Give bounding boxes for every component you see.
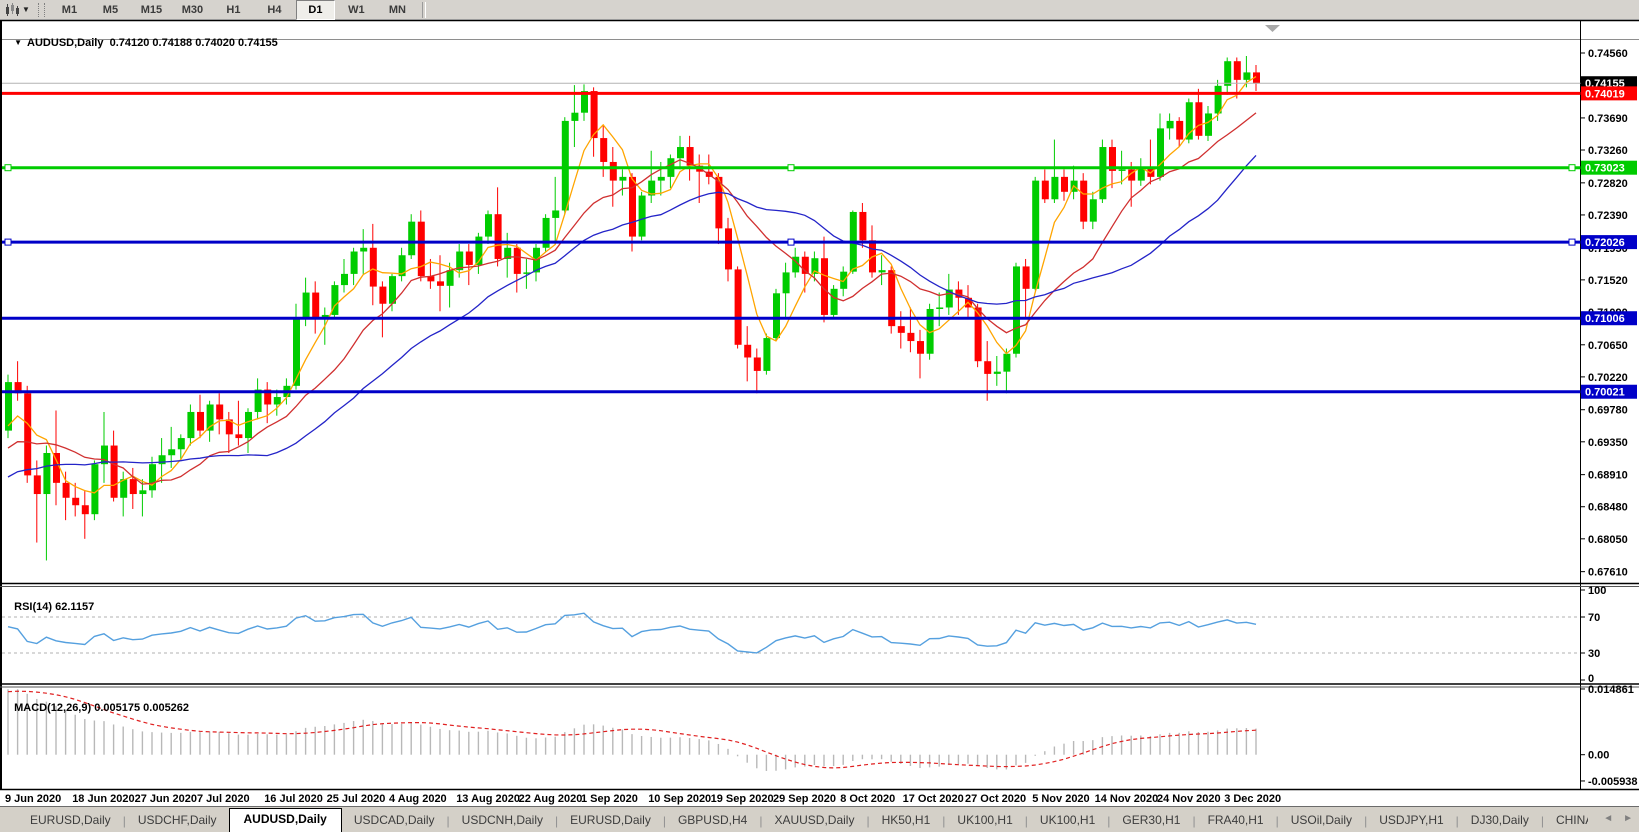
- svg-text:0.70220: 0.70220: [1588, 372, 1628, 384]
- svg-text:0.74560: 0.74560: [1588, 48, 1628, 60]
- chart-tab-usdjpy-h1[interactable]: USDJPY,H1: [1367, 810, 1455, 831]
- svg-text:30: 30: [1588, 648, 1600, 660]
- toolbar-grip[interactable]: [37, 2, 45, 17]
- svg-text:0.69350: 0.69350: [1588, 437, 1628, 449]
- macd-name: MACD(12,26,9): [14, 702, 92, 714]
- svg-text:0.68050: 0.68050: [1588, 534, 1628, 546]
- timeframe-button-h1[interactable]: H1: [214, 0, 253, 20]
- svg-text:0.74019: 0.74019: [1585, 88, 1625, 100]
- rsi-value: 62.1157: [55, 601, 95, 613]
- toolbar-separator: [421, 1, 426, 18]
- svg-text:1 Sep 2020: 1 Sep 2020: [581, 793, 638, 805]
- timeframe-button-h4[interactable]: H4: [255, 0, 294, 20]
- timeframe-button-m5[interactable]: M5: [91, 0, 130, 20]
- timeframe-button-mn[interactable]: MN: [378, 0, 417, 20]
- svg-text:19 Sep 2020: 19 Sep 2020: [711, 793, 774, 805]
- timeframe-toolbar: M1 M5 M15 M30 H1 H4 D1 W1 MN: [49, 0, 418, 20]
- svg-text:0.73260: 0.73260: [1588, 145, 1628, 157]
- timeframe-button-w1[interactable]: W1: [337, 0, 376, 20]
- hline-handle[interactable]: [1568, 238, 1576, 246]
- chart-tab-audusd-daily[interactable]: AUDUSD,Daily: [228, 808, 342, 832]
- svg-text:27 Oct 2020: 27 Oct 2020: [965, 793, 1026, 805]
- svg-text:8 Oct 2020: 8 Oct 2020: [840, 793, 895, 805]
- chart-tab-usdchf-daily[interactable]: USDCHF,Daily: [126, 810, 229, 831]
- svg-text:70: 70: [1588, 612, 1600, 624]
- timeframe-button-m15[interactable]: M15: [132, 0, 171, 20]
- svg-text:4 Aug 2020: 4 Aug 2020: [389, 793, 447, 805]
- svg-text:24 Nov 2020: 24 Nov 2020: [1157, 793, 1221, 805]
- svg-text:16 Jul 2020: 16 Jul 2020: [264, 793, 323, 805]
- timeframe-button-m1[interactable]: M1: [50, 0, 89, 20]
- dropdown-caret-icon[interactable]: ▼: [22, 5, 30, 14]
- toolbar: ▼ M1 M5 M15 M30 H1 H4 D1 W1 MN: [0, 0, 1639, 20]
- macd-value: 0.005175 0.005262: [94, 702, 190, 714]
- svg-text:0.71006: 0.71006: [1585, 313, 1625, 325]
- svg-text:18 Jun 2020: 18 Jun 2020: [72, 793, 134, 805]
- chart-tab-china300-h1[interactable]: CHINA300,H1: [1544, 810, 1588, 831]
- svg-text:0.67610: 0.67610: [1588, 567, 1628, 579]
- chart-tab-uk100-h1[interactable]: UK100,H1: [945, 810, 1024, 831]
- hline-handle[interactable]: [4, 164, 12, 172]
- svg-text:7 Jul 2020: 7 Jul 2020: [197, 793, 250, 805]
- rsi-indicator-label: RSI(14) 62.1157: [8, 589, 94, 613]
- svg-text:0.68910: 0.68910: [1588, 470, 1628, 482]
- chart-tab-hk50-h1[interactable]: HK50,H1: [870, 810, 943, 831]
- svg-text:0.71520: 0.71520: [1588, 275, 1628, 287]
- chart-tab-gbpusd-h4[interactable]: GBPUSD,H4: [666, 810, 759, 831]
- chart-tab-eurusd-daily[interactable]: EURUSD,Daily: [18, 810, 123, 831]
- chart-tab-usdcad-daily[interactable]: USDCAD,Daily: [342, 810, 447, 831]
- svg-text:100: 100: [1588, 585, 1606, 597]
- svg-text:0.72026: 0.72026: [1585, 237, 1625, 249]
- chart-canvas[interactable]: 0.745600.736900.732600.728200.723900.719…: [0, 0, 1639, 806]
- chart-tab-ger30-h1[interactable]: GER30,H1: [1110, 810, 1192, 831]
- svg-text:17 Oct 2020: 17 Oct 2020: [903, 793, 964, 805]
- svg-text:3 Dec 2020: 3 Dec 2020: [1224, 793, 1281, 805]
- svg-text:22 Aug 2020: 22 Aug 2020: [519, 793, 583, 805]
- chart-tab-eurusd-daily[interactable]: EURUSD,Daily: [558, 810, 663, 831]
- svg-text:10 Sep 2020: 10 Sep 2020: [648, 793, 711, 805]
- svg-text:14 Nov 2020: 14 Nov 2020: [1095, 793, 1159, 805]
- macd-indicator-label: MACD(12,26,9) 0.005175 0.005262: [8, 690, 189, 714]
- svg-text:0.70650: 0.70650: [1588, 340, 1628, 352]
- chart-info-line: ▼ AUDUSD,Daily 0.74120 0.74188 0.74020 0.…: [8, 25, 278, 49]
- chart-tab-dj30-daily[interactable]: DJ30,Daily: [1459, 810, 1541, 831]
- svg-text:0.014861: 0.014861: [1588, 684, 1634, 696]
- svg-text:0.72820: 0.72820: [1588, 178, 1628, 190]
- chart-ohlc-values: 0.74120 0.74188 0.74020 0.74155: [109, 37, 278, 49]
- svg-text:29 Sep 2020: 29 Sep 2020: [773, 793, 836, 805]
- svg-text:0.69780: 0.69780: [1588, 405, 1628, 417]
- chart-tab-bar: EURUSD,Daily | USDCHF,Daily AUDUSD,Daily USD…: [0, 806, 1639, 832]
- timeframe-button-d1[interactable]: D1: [295, 0, 335, 20]
- svg-text:0.73023: 0.73023: [1585, 163, 1625, 175]
- chart-tab-xauusd-daily[interactable]: XAUUSD,Daily: [762, 810, 866, 831]
- svg-text:0.73690: 0.73690: [1588, 113, 1628, 125]
- chart-tab-usoil-daily[interactable]: USOil,Daily: [1279, 810, 1364, 831]
- chart-tab-uk100-h1[interactable]: UK100,H1: [1028, 810, 1107, 831]
- svg-text:0.00: 0.00: [1588, 750, 1609, 762]
- svg-text:5 Nov 2020: 5 Nov 2020: [1032, 793, 1089, 805]
- hline-handle[interactable]: [1568, 164, 1576, 172]
- svg-text:0.70021: 0.70021: [1585, 387, 1625, 399]
- chart-symbol-label: AUDUSD,Daily: [27, 37, 104, 49]
- rsi-name: RSI(14): [14, 601, 53, 613]
- tabs-scroll-left-icon[interactable]: ◄: [1603, 812, 1613, 826]
- svg-text:0.68480: 0.68480: [1588, 502, 1628, 514]
- svg-text:27 Jun 2020: 27 Jun 2020: [135, 793, 197, 805]
- svg-text:-0.005938: -0.005938: [1588, 776, 1638, 788]
- svg-text:9 Jun 2020: 9 Jun 2020: [5, 793, 61, 805]
- chart-tab-usdcnh-daily[interactable]: USDCNH,Daily: [450, 810, 555, 831]
- timeframe-button-m30[interactable]: M30: [173, 0, 212, 20]
- tabs-scroll-right-icon[interactable]: ►: [1623, 812, 1633, 826]
- hline-handle[interactable]: [4, 238, 12, 246]
- svg-text:25 Jul 2020: 25 Jul 2020: [327, 793, 386, 805]
- hline-handle[interactable]: [787, 164, 795, 172]
- hline-handle[interactable]: [787, 238, 795, 246]
- svg-text:13 Aug 2020: 13 Aug 2020: [456, 793, 520, 805]
- chart-menu-icon[interactable]: ▼: [14, 38, 22, 47]
- chart-type-icon[interactable]: [3, 2, 21, 18]
- svg-text:0.72390: 0.72390: [1588, 210, 1628, 222]
- chart-tab-fra40-h1[interactable]: FRA40,H1: [1196, 810, 1276, 831]
